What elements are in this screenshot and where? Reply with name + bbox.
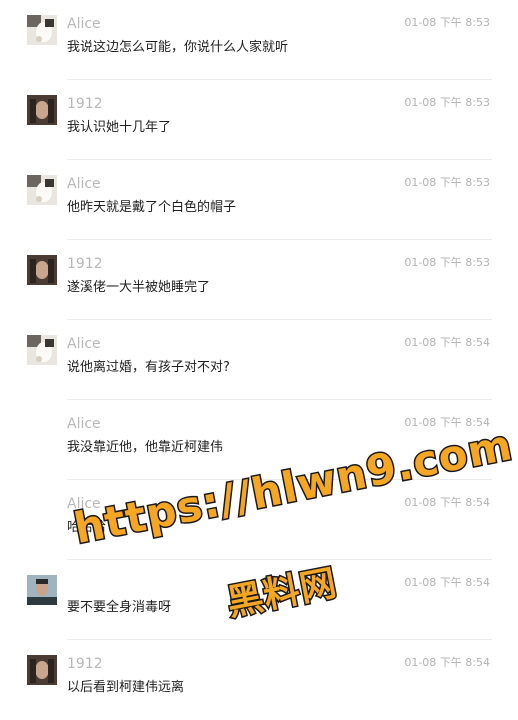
- timestamp: 01-08 下午 8:54: [404, 496, 490, 509]
- list-item[interactable]: Alice 01-08 下午 8:54 哈哈哈: [0, 480, 518, 560]
- list-item[interactable]: Alice 01-08 下午 8:53 他昨天就是戴了个白色的帽子: [0, 160, 518, 240]
- list-item[interactable]: 1912 01-08 下午 8:53 遂溪佬一大半被她睡完了: [0, 240, 518, 320]
- list-item[interactable]: Alice 01-08 下午 8:54 我没靠近他，他靠近柯建伟: [0, 400, 518, 480]
- message-text: 我说这边怎么可能，你说什么人家就听: [67, 40, 289, 55]
- sender-name: Alice: [67, 416, 101, 432]
- list-item[interactable]: 1912 01-08 下午 8:53 我认识她十几年了: [0, 80, 518, 160]
- message-text: 我没靠近他，他靠近柯建伟: [67, 440, 224, 455]
- avatar[interactable]: [27, 655, 57, 685]
- timestamp: 01-08 下午 8:54: [404, 416, 490, 429]
- sender-name: Alice: [67, 16, 101, 32]
- avatar[interactable]: [27, 335, 57, 365]
- timestamp: 01-08 下午 8:54: [404, 336, 490, 349]
- sender-name: Alice: [67, 496, 101, 512]
- sender-name: 1912: [67, 96, 103, 112]
- message-text: 哈哈哈: [67, 520, 107, 535]
- sender-name: 1912: [67, 656, 103, 672]
- message-text: 要不要全身消毒呀: [67, 600, 172, 615]
- timestamp: 01-08 下午 8:53: [404, 176, 490, 189]
- list-item[interactable]: Alice 01-08 下午 8:53 我说这边怎么可能，你说什么人家就听: [0, 0, 518, 80]
- timestamp: 01-08 下午 8:53: [404, 16, 490, 29]
- timestamp: 01-08 下午 8:53: [404, 96, 490, 109]
- message-text: 遂溪佬一大半被她睡完了: [67, 280, 211, 295]
- timestamp: 01-08 下午 8:53: [404, 256, 490, 269]
- avatar[interactable]: [27, 175, 57, 205]
- message-text: 我认识她十几年了: [67, 120, 172, 135]
- sender-name: Alice: [67, 176, 101, 192]
- message-text: 说他离过婚，有孩子对不对?: [67, 360, 230, 375]
- message-text: 以后看到柯建伟远离: [67, 680, 185, 695]
- avatar[interactable]: [27, 95, 57, 125]
- sender-name: 1912: [67, 256, 103, 272]
- message-text: 他昨天就是戴了个白色的帽子: [67, 200, 237, 215]
- sender-name: Alice: [67, 336, 101, 352]
- list-item[interactable]: Alice 01-08 下午 8:54 说他离过婚，有孩子对不对?: [0, 320, 518, 400]
- timestamp: 01-08 下午 8:54: [404, 576, 490, 589]
- avatar[interactable]: [27, 15, 57, 45]
- list-item[interactable]: 01-08 下午 8:54 要不要全身消毒呀: [0, 560, 518, 640]
- list-item[interactable]: 1912 01-08 下午 8:54 以后看到柯建伟远离: [0, 640, 518, 720]
- avatar[interactable]: [27, 575, 57, 605]
- timestamp: 01-08 下午 8:54: [404, 656, 490, 669]
- avatar[interactable]: [27, 255, 57, 285]
